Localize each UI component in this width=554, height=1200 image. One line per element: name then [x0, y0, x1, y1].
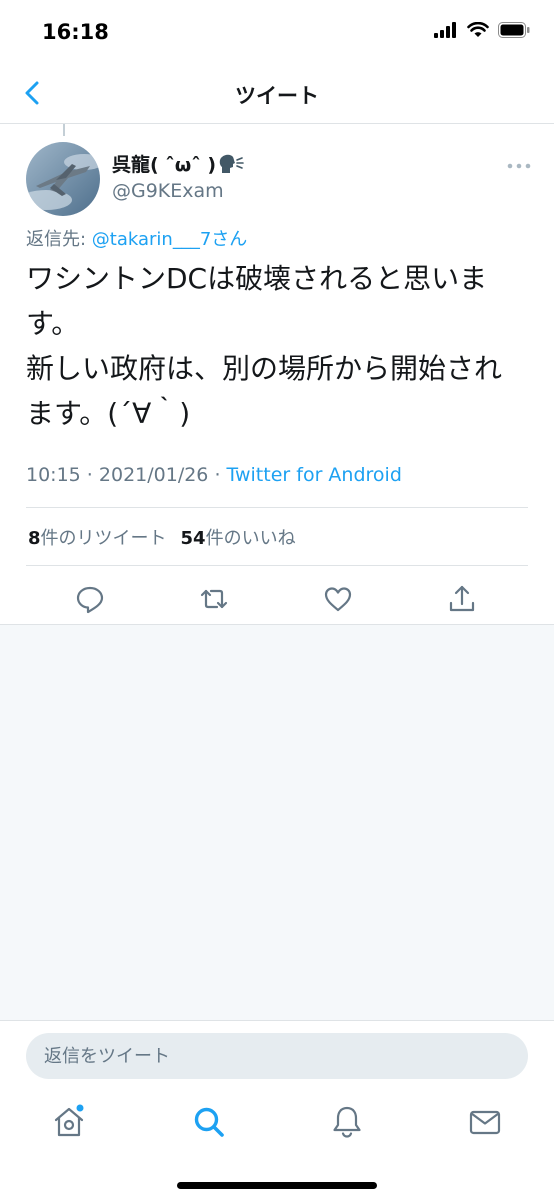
retweet-button[interactable] — [198, 583, 230, 615]
tweet-actions — [0, 579, 554, 623]
replies-area — [0, 624, 554, 1020]
home-icon — [54, 1104, 84, 1137]
like-button[interactable] — [322, 583, 354, 615]
home-indicator — [177, 1182, 377, 1189]
tweet-date: 2021/01/26 — [98, 464, 209, 486]
status-icons — [434, 22, 530, 38]
reply-button[interactable] — [74, 583, 106, 615]
tab-messages[interactable] — [467, 1104, 503, 1140]
display-name[interactable]: 呉龍( ˆωˆ ) — [112, 150, 244, 177]
tweet-time: 10:15 — [26, 464, 81, 486]
status-bar: 16:18 — [0, 0, 554, 62]
tab-bar — [0, 1090, 554, 1200]
page-title: ツイート — [235, 84, 319, 108]
like-label: 件のいいね — [205, 528, 296, 549]
reply-to-suffix: さん — [211, 229, 248, 250]
tweet-meta: 10:15 · 2021/01/26 · Twitter for Android — [26, 464, 402, 486]
divider — [26, 565, 528, 566]
tab-notifications[interactable] — [329, 1104, 365, 1140]
more-icon — [507, 163, 531, 169]
notifications-icon — [333, 1106, 361, 1138]
search-icon — [194, 1107, 224, 1137]
divider — [26, 507, 528, 508]
thread-line — [63, 124, 65, 136]
meta-separator: · — [208, 464, 227, 486]
tweet-text: ワシントンDCは破壊されると思いま す。 新しい政府は、別の場所から開始され ま… — [26, 262, 503, 430]
tweet-stats: 8件のリツイート 54件のいいね — [28, 524, 296, 550]
reply-input[interactable] — [26, 1033, 528, 1079]
more-options-button[interactable] — [506, 156, 532, 169]
user-handle[interactable]: @G9KExam — [112, 180, 224, 202]
speaking-head-icon — [219, 154, 244, 173]
reply-to-line: 返信先: @takarin___7さん — [26, 225, 247, 251]
tab-search[interactable] — [191, 1104, 227, 1140]
retweet-icon — [200, 589, 228, 609]
tab-home[interactable] — [51, 1104, 87, 1140]
reply-bar — [0, 1020, 554, 1090]
signal-icon — [434, 22, 456, 38]
like-icon — [324, 587, 352, 612]
like-count: 54 — [180, 528, 206, 549]
status-time: 16:18 — [42, 20, 109, 44]
wifi-icon — [467, 22, 489, 37]
reply-mention-link[interactable]: @takarin___7 — [92, 229, 212, 250]
retweet-count: 8 — [28, 528, 41, 549]
avatar-jet-image — [26, 142, 100, 216]
retweet-label: 件のリツイート — [40, 528, 167, 549]
tweet-source-link[interactable]: Twitter for Android — [227, 464, 402, 486]
messages-icon — [469, 1110, 501, 1135]
like-stat[interactable]: 54件のいいね — [181, 524, 296, 550]
meta-separator: · — [80, 464, 99, 486]
share-icon — [449, 585, 475, 612]
avatar[interactable] — [26, 142, 100, 216]
share-button[interactable] — [446, 583, 478, 615]
nav-bar: ツイート — [0, 62, 554, 124]
retweet-stat[interactable]: 8件のリツイート — [28, 524, 167, 550]
battery-icon — [498, 22, 530, 38]
display-name-text: 呉龍( ˆωˆ ) — [112, 154, 217, 176]
reply-to-prefix: 返信先: — [26, 229, 92, 250]
reply-icon — [76, 586, 104, 614]
